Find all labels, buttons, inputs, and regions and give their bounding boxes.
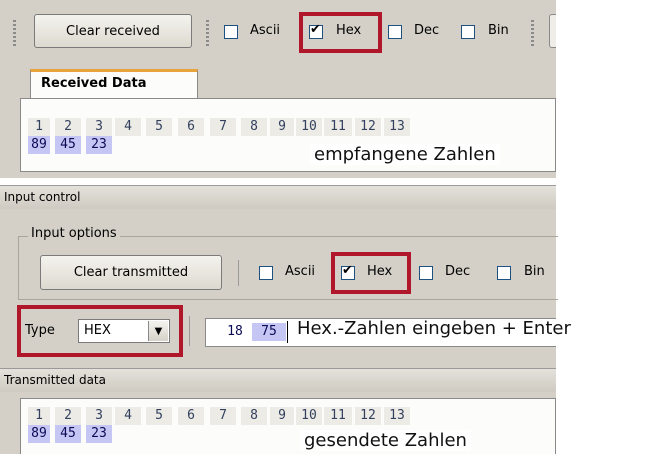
clear-received-button[interactable]: Clear received bbox=[34, 14, 192, 48]
received-index-cell: 1 bbox=[28, 118, 50, 136]
received-index-cell: 13 bbox=[384, 118, 410, 136]
transmitted-index-cell: 4 bbox=[115, 407, 141, 425]
received-index-cell: 10 bbox=[296, 118, 322, 136]
input-dec-checkbox[interactable] bbox=[419, 266, 433, 280]
input-dec-label: Dec bbox=[445, 264, 471, 279]
input-options-title: Input options bbox=[28, 226, 120, 241]
input-control-header bbox=[0, 185, 556, 209]
input-ascii-checkbox[interactable] bbox=[259, 266, 273, 280]
transmitted-index-cell: 9 bbox=[270, 407, 294, 425]
type-separator bbox=[189, 316, 190, 346]
input-bin-label: Bin bbox=[524, 264, 545, 279]
ascii-label: Ascii bbox=[250, 23, 281, 38]
received-index-cell: 2 bbox=[55, 118, 81, 136]
received-annotation: empfangene Zahlen bbox=[310, 144, 500, 165]
dec-checkbox[interactable] bbox=[388, 25, 402, 39]
transmitted-index-cell: 8 bbox=[241, 407, 267, 425]
cut-button-edge[interactable] bbox=[549, 14, 556, 48]
transmitted-index-cell: 6 bbox=[178, 407, 204, 425]
bin-checkbox[interactable] bbox=[461, 25, 475, 39]
transmitted-index-cell: 11 bbox=[324, 407, 352, 425]
received-index-cell: 4 bbox=[115, 118, 141, 136]
clear-transmitted-button[interactable]: Clear transmitted bbox=[40, 255, 222, 290]
options-separator bbox=[238, 260, 239, 286]
type-highlight-box bbox=[17, 305, 183, 357]
received-index-cell: 9 bbox=[270, 118, 294, 136]
typed-value-cell: 18 bbox=[221, 323, 249, 341]
transmitted-index-cell: 1 bbox=[28, 407, 50, 425]
received-index-cell: 5 bbox=[146, 118, 172, 136]
transmitted-title: Transmitted data bbox=[4, 373, 106, 387]
ascii-checkbox[interactable] bbox=[224, 25, 238, 39]
text-cursor bbox=[287, 321, 288, 343]
transmitted-index-cell: 3 bbox=[86, 407, 112, 425]
received-index-cell: 6 bbox=[178, 118, 204, 136]
received-tab-label: Received Data bbox=[41, 76, 147, 91]
received-value-cell: 89 bbox=[28, 136, 50, 154]
received-index-cell: 7 bbox=[210, 118, 236, 136]
received-tab[interactable]: Received Data bbox=[30, 69, 198, 98]
transmitted-index-cell: 12 bbox=[355, 407, 381, 425]
input-control-title: Input control bbox=[4, 190, 81, 204]
received-index-cell: 11 bbox=[324, 118, 352, 136]
toolbar-grip[interactable] bbox=[531, 20, 534, 46]
received-value-cell: 45 bbox=[55, 136, 81, 154]
received-value-cell: 23 bbox=[86, 136, 112, 154]
received-index-cell: 3 bbox=[86, 118, 112, 136]
transmitted-value-cell: 45 bbox=[55, 425, 81, 443]
received-index-cell: 12 bbox=[355, 118, 381, 136]
transmitted-index-cell: 13 bbox=[384, 407, 410, 425]
transmitted-index-cell: 2 bbox=[55, 407, 81, 425]
input-hex-highlight-box bbox=[331, 252, 411, 294]
typed-value-cell: 75 bbox=[252, 323, 286, 341]
dec-label: Dec bbox=[414, 23, 440, 38]
hex-highlight-box bbox=[299, 12, 382, 53]
transmitted-index-cell: 5 bbox=[146, 407, 172, 425]
bin-label: Bin bbox=[488, 23, 509, 38]
transmitted-index-cell: 10 bbox=[296, 407, 322, 425]
transmitted-value-cell: 23 bbox=[86, 425, 112, 443]
transmitted-index-cell: 7 bbox=[210, 407, 236, 425]
transmitted-value-cell: 89 bbox=[28, 425, 50, 443]
input-annotation: Hex.-Zahlen eingeben + Enter bbox=[297, 318, 571, 339]
toolbar-grip[interactable] bbox=[13, 20, 16, 46]
transmitted-annotation: gesendete Zahlen bbox=[300, 430, 471, 451]
toolbar-grip[interactable] bbox=[206, 20, 209, 46]
input-ascii-label: Ascii bbox=[285, 264, 316, 279]
input-bin-checkbox[interactable] bbox=[497, 266, 511, 280]
received-index-cell: 8 bbox=[241, 118, 267, 136]
